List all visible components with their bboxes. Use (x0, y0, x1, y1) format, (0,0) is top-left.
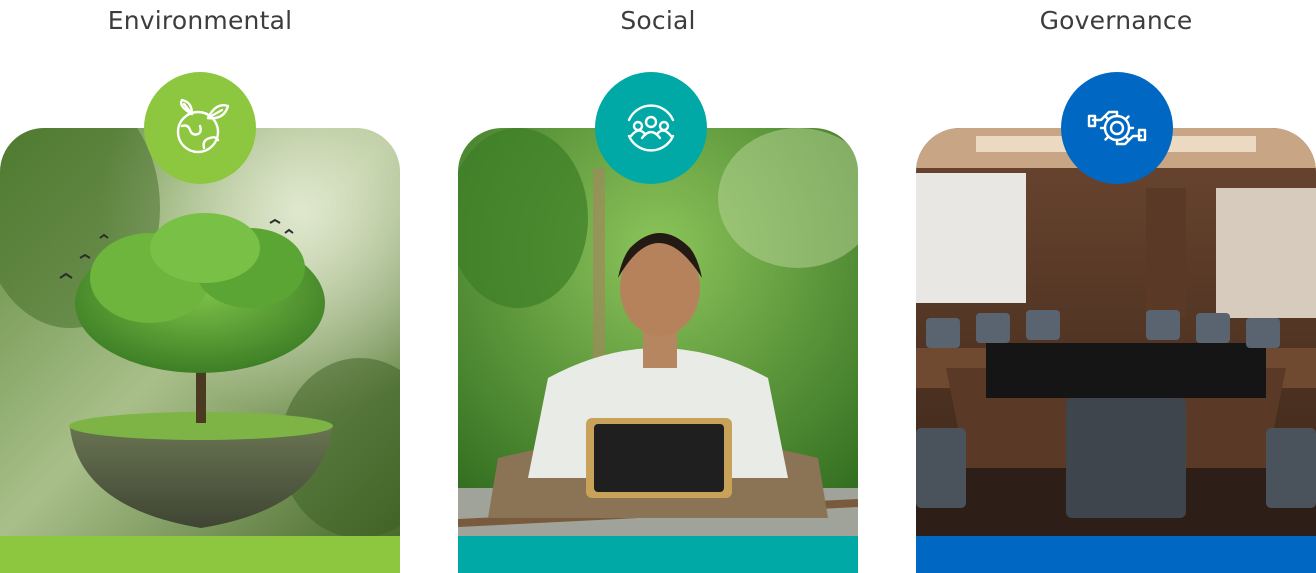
tree-on-floating-earth-photo (0, 128, 400, 536)
earth-leaves-icon (144, 72, 256, 184)
column-title-social: Social (620, 6, 696, 35)
column-governance: Governance (916, 0, 1316, 573)
community-people-icon (595, 72, 707, 184)
column-social: Social (458, 0, 858, 573)
card-environmental (0, 128, 400, 573)
boy-with-slate-photo (458, 128, 858, 536)
card-social (458, 128, 858, 573)
accent-bar-governance (916, 536, 1316, 573)
column-environmental: Environmental (0, 0, 400, 573)
accent-bar-social (458, 536, 858, 573)
column-title-environmental: Environmental (107, 6, 293, 35)
column-title-governance: Governance (1039, 6, 1193, 35)
hands-gear-icon (1061, 72, 1173, 184)
card-governance (916, 128, 1316, 573)
accent-bar-environmental (0, 536, 400, 573)
boardroom-photo (916, 128, 1316, 536)
